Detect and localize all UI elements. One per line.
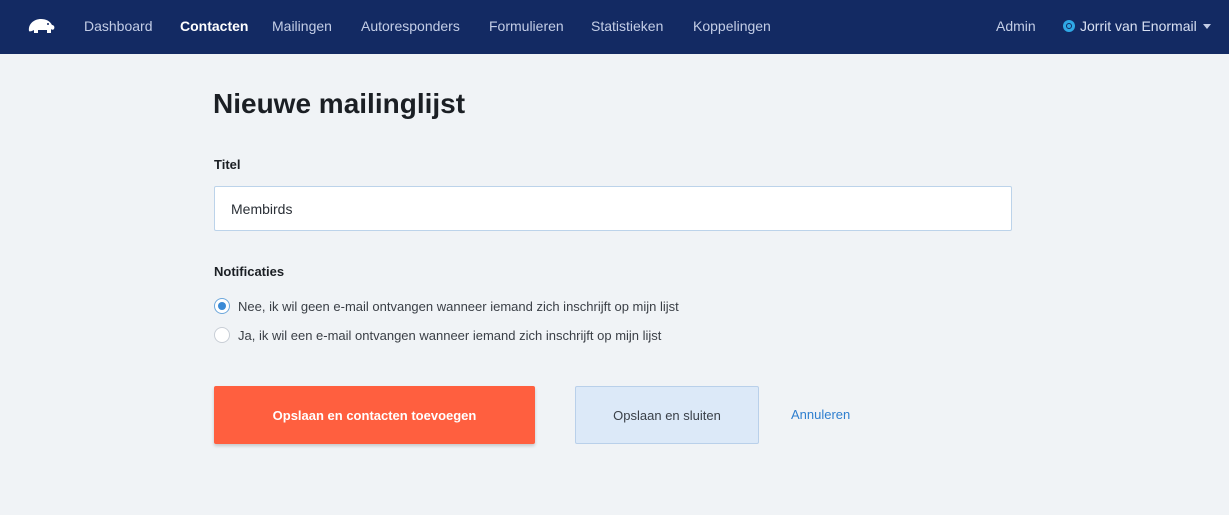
notification-option-label: Nee, ik wil geen e-mail ontvangen wannee… (238, 298, 679, 314)
top-navigation: Dashboard Contacten Mailingen Autorespon… (0, 0, 1229, 54)
title-label: Titel (214, 157, 241, 172)
user-name: Jorrit van Enormail (1080, 18, 1197, 34)
radio-button-checked[interactable] (214, 298, 230, 314)
nav-item-formulieren[interactable]: Formulieren (489, 18, 564, 34)
nav-item-koppelingen[interactable]: Koppelingen (693, 18, 771, 34)
notification-option-yes[interactable]: Ja, ik wil een e-mail ontvangen wanneer … (214, 326, 661, 344)
notification-option-label: Ja, ik wil een e-mail ontvangen wanneer … (238, 327, 662, 343)
nav-item-contacten[interactable]: Contacten (180, 18, 248, 34)
nav-item-autoresponders[interactable]: Autoresponders (361, 18, 460, 34)
nav-item-dashboard[interactable]: Dashboard (84, 18, 153, 34)
save-and-add-contacts-button[interactable]: Opslaan en contacten toevoegen (214, 386, 535, 444)
nav-item-mailingen[interactable]: Mailingen (272, 18, 332, 34)
notifications-label: Notificaties (214, 264, 285, 279)
elephant-logo-icon[interactable] (26, 16, 56, 36)
caret-down-icon (1202, 24, 1211, 29)
user-menu[interactable]: Jorrit van Enormail (1063, 18, 1211, 34)
nav-item-statistieken[interactable]: Statistieken (591, 18, 663, 34)
admin-link[interactable]: Admin (996, 18, 1036, 34)
title-input[interactable] (214, 186, 1012, 231)
cancel-link[interactable]: Annuleren (791, 407, 850, 422)
notification-option-no[interactable]: Nee, ik wil geen e-mail ontvangen wannee… (214, 297, 679, 315)
power-icon (1063, 20, 1075, 32)
page-title: Nieuwe mailinglijst (213, 88, 466, 119)
radio-button-unchecked[interactable] (214, 327, 230, 343)
save-and-close-button[interactable]: Opslaan en sluiten (575, 386, 759, 444)
